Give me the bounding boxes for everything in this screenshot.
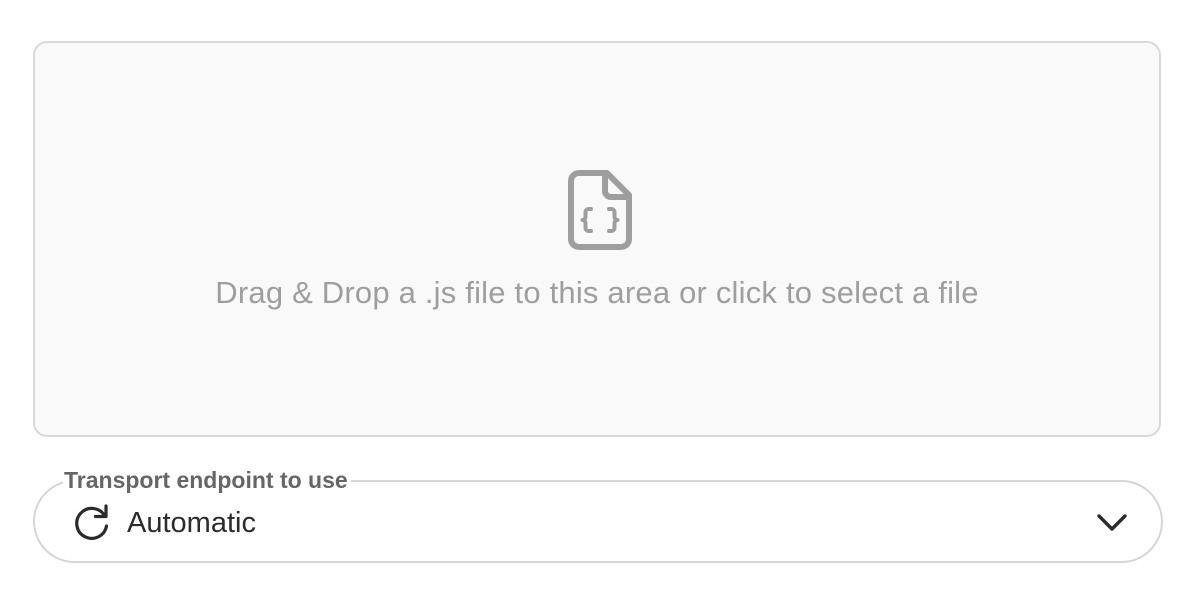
dropzone-instructions: Drag & Drop a .js file to this area or c…: [215, 275, 979, 310]
file-code-icon: [568, 170, 632, 250]
transport-endpoint-value: Automatic: [127, 507, 256, 539]
transport-endpoint-label: Transport endpoint to use: [63, 466, 351, 494]
refresh-icon: [75, 504, 109, 540]
page: Drag & Drop a .js file to this area or c…: [0, 0, 1196, 596]
file-dropzone[interactable]: Drag & Drop a .js file to this area or c…: [33, 41, 1161, 437]
chevron-down-icon[interactable]: [1095, 509, 1129, 535]
